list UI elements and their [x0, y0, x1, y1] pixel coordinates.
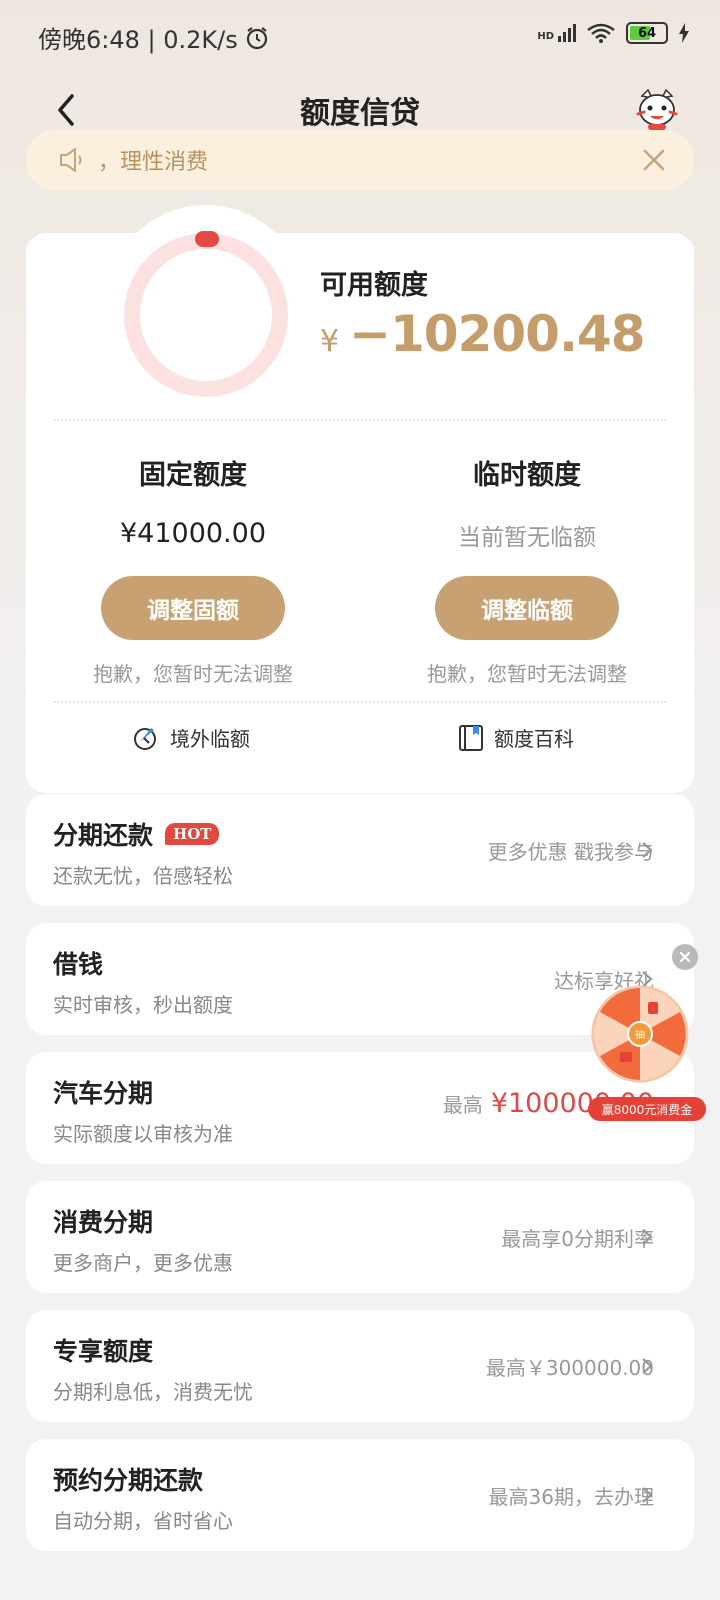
status-left: 傍晚6:48 | 0.2K/s — [38, 20, 270, 55]
menu-subtitle: 实际额度以审核为准 — [53, 1122, 233, 1146]
menu-title: 汽车分期 — [53, 1079, 154, 1108]
chevron-right-icon — [642, 842, 653, 858]
temporary-quota-value: 当前暂无临额 — [458, 525, 596, 551]
credit-ring — [106, 205, 306, 405]
available-label: 可用额度 — [320, 270, 428, 301]
menu-title: 专享额度 — [53, 1337, 154, 1366]
mascot-icon — [636, 88, 678, 130]
available-amount: ¥ −10200.48 — [320, 305, 646, 363]
notice-bar: ，理性消费 — [26, 130, 694, 190]
status-time: 傍晚6:48 | 0.2K/s — [38, 26, 238, 54]
speaker-icon — [60, 148, 82, 172]
status-right: HD 64 — [537, 22, 690, 44]
close-icon — [643, 149, 665, 171]
menu-item-installment-repay[interactable]: 分期还款 HOT 还款无忧，倍感轻松 更多优惠 戳我参与 — [26, 794, 694, 906]
overseas-quota-link[interactable]: 境外临额 — [132, 723, 250, 752]
wifi-icon — [587, 23, 615, 43]
page-title: 额度信贷 — [300, 96, 420, 131]
quota-wiki-label: 额度百科 — [494, 727, 574, 751]
fixed-quota-title: 固定额度 — [139, 460, 247, 491]
overseas-quota-label: 境外临额 — [170, 727, 250, 751]
floating-close-button[interactable] — [672, 944, 698, 970]
charging-icon — [679, 23, 689, 43]
menu-right-text: 最高享0分期利率 — [501, 1227, 654, 1251]
available-value: −10200.48 — [349, 305, 645, 363]
adjust-temporary-button[interactable]: 调整临额 — [435, 576, 619, 640]
floating-label: 赢8000元消费金 — [588, 1097, 706, 1121]
alarm-icon — [246, 26, 267, 49]
quota-wiki-link[interactable]: 额度百科 — [458, 723, 574, 752]
fixed-quota: 固定额度 ¥41000.00 调整固额 抱歉，您暂时无法调整 — [26, 453, 360, 687]
adjust-fixed-button[interactable]: 调整固额 — [101, 576, 285, 640]
menu-item-consumer-installment[interactable]: 消费分期 更多商户，更多优惠 最高享0分期利率 — [26, 1181, 694, 1293]
fixed-quota-value: ¥41000.00 — [119, 518, 266, 549]
menu-title: 预约分期还款 — [53, 1466, 204, 1495]
menu-subtitle: 更多商户，更多优惠 — [53, 1251, 233, 1275]
mascot-button[interactable] — [634, 86, 680, 132]
signal-icon: HD — [537, 24, 576, 42]
fixed-quota-note: 抱歉，您暂时无法调整 — [93, 662, 293, 686]
battery-icon: 64 — [626, 22, 668, 44]
plane-globe-icon — [134, 727, 156, 750]
menu-subtitle: 分期利息低，消费无忧 — [53, 1380, 253, 1404]
available-currency: ¥ — [320, 324, 340, 359]
menu-right-text: 更多优惠 戳我参与 — [487, 840, 654, 864]
credit-card: 可用额度 ¥ −10200.48 固定额度 ¥41000.00 调整固额 抱歉，… — [26, 205, 694, 793]
max-prefix: 最高 — [442, 1093, 483, 1117]
menu-item-scheduled-repay[interactable]: 预约分期还款 自动分期，省时省心 最高36期，去办理 — [26, 1439, 694, 1551]
hot-badge: HOT — [165, 823, 220, 845]
menu-title: 分期还款 HOT — [53, 816, 220, 852]
menu-title: 借钱 — [53, 950, 104, 979]
chevron-right-icon — [642, 1358, 653, 1374]
menu-subtitle: 实时审核，秒出额度 — [53, 993, 233, 1017]
book-icon — [459, 724, 483, 751]
prize-wheel-icon: 抽 — [591, 985, 689, 1083]
lottery-wheel[interactable]: 抽 — [590, 980, 710, 1100]
divider — [54, 701, 666, 703]
temporary-quota: 临时额度 当前暂无临额 调整临额 抱歉，您暂时无法调整 — [360, 453, 694, 687]
temporary-quota-title: 临时额度 — [473, 460, 581, 491]
temporary-quota-note: 抱歉，您暂时无法调整 — [427, 662, 627, 686]
close-icon — [679, 951, 691, 963]
menu-subtitle: 还款无忧，倍感轻松 — [53, 864, 233, 888]
svg-text:抽: 抽 — [635, 1028, 645, 1041]
notice-close-button[interactable] — [640, 146, 668, 174]
notice-text: ，理性消费 — [98, 150, 209, 175]
menu-right-text: 最高￥300000.00 — [485, 1356, 654, 1380]
menu-item-exclusive-quota[interactable]: 专享额度 分期利息低，消费无忧 最高￥300000.00 — [26, 1310, 694, 1422]
status-bar: 傍晚6:48 | 0.2K/s HD 64 — [0, 0, 720, 72]
chevron-right-icon — [642, 1229, 653, 1245]
menu-title: 消费分期 — [53, 1208, 154, 1237]
chevron-right-icon — [642, 1487, 653, 1503]
menu-subtitle: 自动分期，省时省心 — [53, 1509, 233, 1533]
divider — [54, 419, 666, 421]
battery-level: 64 — [637, 25, 657, 41]
menu-right-text: 最高36期，去办理 — [488, 1485, 654, 1509]
